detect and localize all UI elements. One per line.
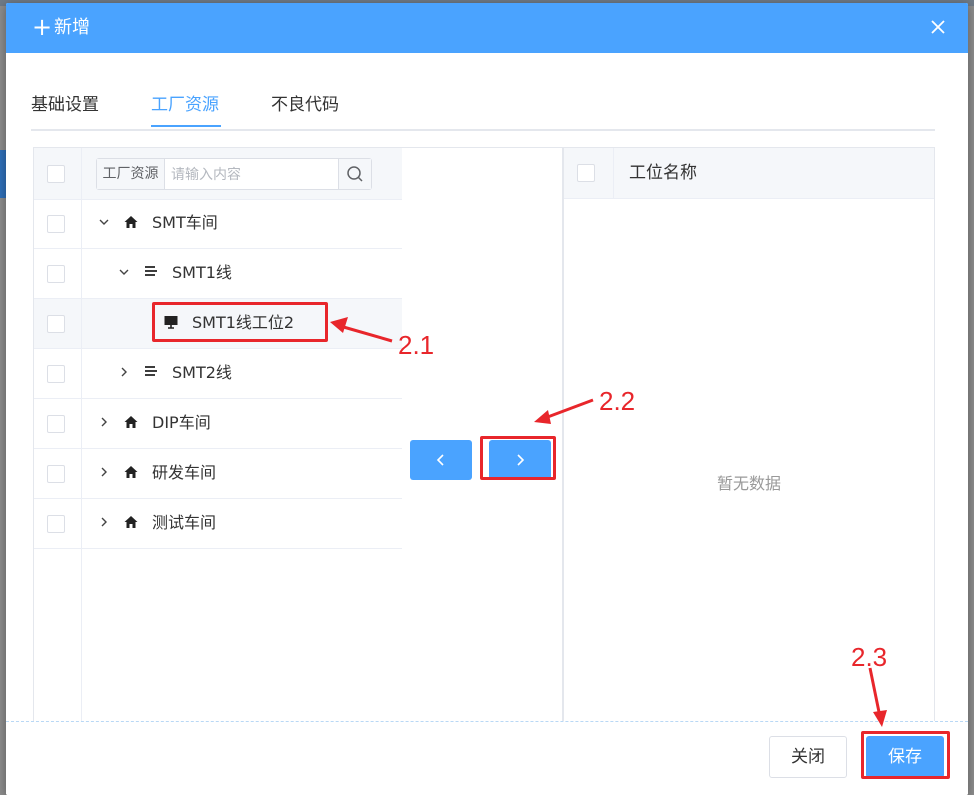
annotation-label-2-2: 2.2 xyxy=(599,386,636,416)
annotation-label-2-3: 2.3 xyxy=(851,642,888,672)
annotation-label-2-1: 2.1 xyxy=(398,330,435,360)
annotation-arrows xyxy=(330,317,887,727)
